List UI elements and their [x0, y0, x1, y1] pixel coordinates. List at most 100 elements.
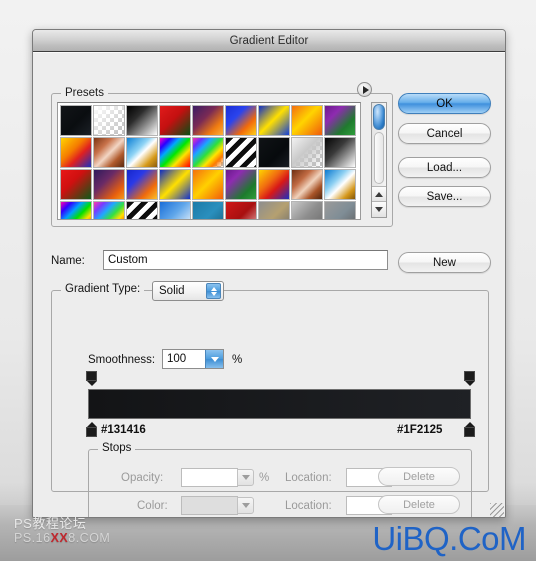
preset-swatch[interactable]	[126, 105, 158, 136]
preset-swatch[interactable]	[60, 201, 92, 219]
preset-swatch[interactable]	[291, 169, 323, 200]
flyout-triangle-icon	[362, 85, 369, 94]
name-label: Name:	[51, 255, 85, 267]
preset-swatch[interactable]	[60, 169, 92, 200]
color-dropdown-button[interactable]	[237, 497, 254, 514]
triangle-down-icon	[210, 356, 219, 362]
preset-swatch[interactable]	[291, 105, 323, 136]
gradient-type-group: Gradient Type: Solid Smoothness: 100 % #…	[51, 281, 489, 517]
preset-swatch[interactable]	[159, 105, 191, 136]
preset-swatch[interactable]	[126, 201, 158, 219]
opacity-stop-marker-right[interactable]	[464, 371, 475, 386]
opacity-dropdown-button[interactable]	[237, 469, 254, 486]
stops-legend: Stops	[98, 442, 136, 454]
gradient-preview-strip[interactable]	[88, 389, 471, 419]
ok-button[interactable]: OK	[398, 93, 491, 114]
scrollbar-thumb[interactable]	[373, 104, 385, 130]
stops-group: Stops Opacity: % Location: % Delete Colo…	[88, 442, 472, 517]
watermark-right: UiBQ.CoM	[372, 520, 526, 557]
resize-grip[interactable]	[490, 503, 504, 517]
location-label-2: Location:	[285, 500, 332, 512]
color-stop-marker-right[interactable]	[464, 422, 475, 437]
dialog-title: Gradient Editor	[229, 34, 309, 47]
dialog-body: Presets OK Cancel Load... Save... New Na…	[33, 52, 505, 517]
opacity-stop-marker-left[interactable]	[86, 371, 97, 386]
preset-swatch[interactable]	[324, 137, 356, 168]
gradient-type-select[interactable]: Solid	[152, 281, 224, 301]
preset-swatch[interactable]	[225, 105, 257, 136]
triangle-up-icon	[375, 192, 383, 197]
preset-swatch[interactable]	[192, 201, 224, 219]
preset-swatch[interactable]	[258, 137, 290, 168]
preset-swatch[interactable]	[159, 169, 191, 200]
cancel-button[interactable]: Cancel	[398, 123, 491, 144]
preset-swatch[interactable]	[192, 137, 224, 168]
preset-swatch[interactable]	[93, 105, 125, 136]
preset-swatch[interactable]	[324, 201, 356, 219]
preset-swatch[interactable]	[93, 201, 125, 219]
triangle-down-icon	[241, 503, 250, 508]
smoothness-label: Smoothness:	[88, 354, 156, 366]
new-button[interactable]: New	[398, 252, 491, 273]
presets-group: Presets	[51, 87, 393, 227]
triangle-down-icon	[375, 207, 383, 212]
preset-swatch[interactable]	[324, 169, 356, 200]
save-button[interactable]: Save...	[398, 186, 491, 207]
gradient-type-label: Gradient Type:	[61, 283, 145, 295]
preset-swatch[interactable]	[324, 105, 356, 136]
opacity-input[interactable]	[181, 468, 254, 487]
scroll-up-button[interactable]	[372, 186, 386, 202]
preset-swatch[interactable]	[126, 169, 158, 200]
smoothness-input[interactable]: 100	[162, 349, 224, 369]
name-input[interactable]: Custom	[103, 250, 388, 270]
color-label: Color:	[137, 500, 168, 512]
preset-swatch[interactable]	[192, 169, 224, 200]
preset-swatch[interactable]	[126, 137, 158, 168]
watermark-left-line1: PS教程论坛	[14, 516, 87, 531]
preset-swatch[interactable]	[291, 137, 323, 168]
smoothness-dropdown-button[interactable]	[205, 350, 223, 368]
preset-swatch[interactable]	[93, 137, 125, 168]
smoothness-unit: %	[232, 354, 243, 366]
presets-scrollbar[interactable]	[371, 102, 387, 218]
preset-swatch[interactable]	[258, 201, 290, 219]
preset-swatch[interactable]	[93, 169, 125, 200]
stepper-arrows-icon[interactable]	[206, 283, 221, 299]
dialog-titlebar[interactable]: Gradient Editor	[33, 30, 505, 52]
scrollbar-track[interactable]	[374, 132, 384, 184]
preset-swatch[interactable]	[192, 105, 224, 136]
color-swatch-button[interactable]	[181, 496, 254, 515]
preset-swatch[interactable]	[225, 169, 257, 200]
load-button[interactable]: Load...	[398, 157, 491, 178]
scroll-down-button[interactable]	[372, 201, 386, 217]
wm-c: 8.COM	[68, 531, 111, 545]
wm-b: XX	[50, 531, 69, 545]
end-color-hex-label: #1F2125	[397, 424, 443, 436]
delete-color-stop-button[interactable]: Delete	[378, 495, 460, 514]
preset-swatch[interactable]	[60, 105, 92, 136]
presets-swatch-grid[interactable]	[58, 103, 360, 219]
preset-swatch[interactable]	[225, 137, 257, 168]
gradient-editor-dialog: Gradient Editor Presets OK Cancel Load..…	[32, 29, 506, 518]
color-stop-marker-left[interactable]	[86, 422, 97, 437]
triangle-down-icon	[241, 475, 250, 480]
watermark-left: PS教程论坛 PS.16XX8.COM	[14, 516, 110, 546]
smoothness-value: 100	[167, 353, 187, 365]
presets-legend: Presets	[61, 87, 108, 99]
preset-swatch[interactable]	[159, 137, 191, 168]
presets-swatch-well[interactable]	[57, 102, 361, 220]
location-label-1: Location:	[285, 472, 332, 484]
preset-swatch[interactable]	[258, 169, 290, 200]
presets-flyout-button[interactable]	[357, 82, 372, 97]
opacity-unit: %	[259, 472, 270, 484]
watermark-left-line2: PS.16XX8.COM	[14, 531, 110, 546]
preset-swatch[interactable]	[60, 137, 92, 168]
preset-swatch[interactable]	[225, 201, 257, 219]
wm-a: PS.16	[14, 531, 51, 545]
gradient-type-value: Solid	[159, 285, 185, 297]
start-color-hex-label: #131416	[101, 424, 146, 436]
preset-swatch[interactable]	[291, 201, 323, 219]
preset-swatch[interactable]	[258, 105, 290, 136]
preset-swatch[interactable]	[159, 201, 191, 219]
delete-opacity-stop-button[interactable]: Delete	[378, 467, 460, 486]
